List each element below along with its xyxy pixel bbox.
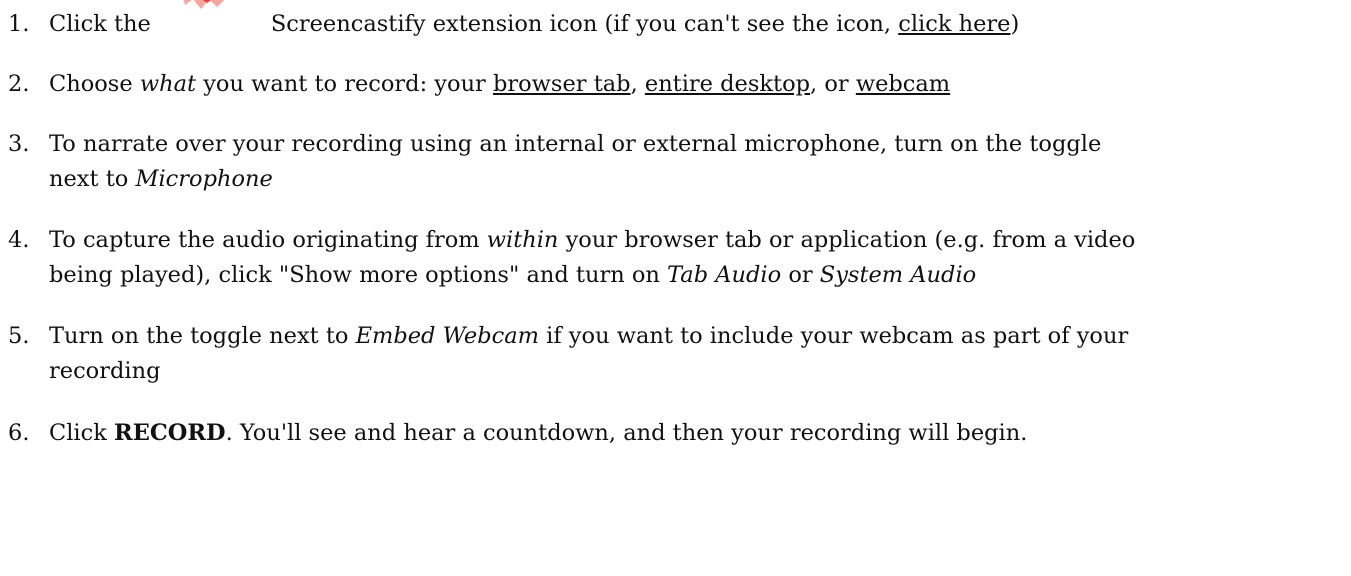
step-text-line: To narrate over your recording using an … [49,131,1102,157]
step-text-part: To capture the audio originating from [49,227,487,253]
screencastify-logo-fragment [183,0,224,9]
record-keyword: RECORD [114,420,226,446]
separator: , [630,71,645,97]
step-text-part: being played), click "Show more options"… [49,262,668,288]
step-text-part: Click [49,420,114,446]
separator: , or [810,71,856,97]
emphasis-embed-webcam: Embed Webcam [355,323,539,349]
step-text-part: you want to record: your [196,71,493,97]
step-text-part: Turn on the toggle next to [49,323,356,349]
step-text: To narrate over your recording using an … [49,127,1311,197]
step-text-line: recording [49,358,161,384]
emphasis-tab-audio: Tab Audio [667,262,782,288]
step-number: 4. [8,227,30,253]
step-number: 3. [8,131,30,157]
step-text-part: . You'll see and hear a countdown, and t… [225,420,1028,446]
screencastify-extension-icon[interactable] [151,0,271,31]
step-text-part: your browser tab or application (e.g. fr… [558,227,1136,253]
emphasis-what: what [139,71,197,97]
click-here-link[interactable]: click here [898,11,1010,37]
emphasis-system-audio: System Audio [819,262,977,288]
step-text-part: ) [1010,11,1020,37]
entire-desktop-link[interactable]: entire desktop [645,71,810,97]
step-text-part: Click the [49,11,151,37]
emphasis-within: within [486,227,559,253]
step-text-part: Choose [49,71,140,97]
browser-tab-link[interactable]: browser tab [493,71,631,97]
emphasis-microphone: Microphone [135,166,273,192]
step-text-part: next to [49,166,136,192]
step-text-part: Screencastify extension icon (if you can… [270,11,899,37]
step-number: 6. [8,420,30,446]
step-text: Choose what you want to record: your bro… [49,67,1311,102]
step-text-part: if you want to include your webcam as pa… [538,323,1129,349]
step-text: To capture the audio originating from wi… [49,223,1311,293]
step-text: Turn on the toggle next to Embed Webcam … [49,319,1311,389]
step-text: Click RECORD. You'll see and hear a coun… [49,416,1311,451]
step-text: Click the Screencastify extension icon (… [49,0,1311,42]
step-number: 2. [8,71,30,97]
step-number: 1. [8,11,30,37]
step-text-part: or [781,262,820,288]
step-number: 5. [8,323,30,349]
webcam-link[interactable]: webcam [856,71,950,97]
